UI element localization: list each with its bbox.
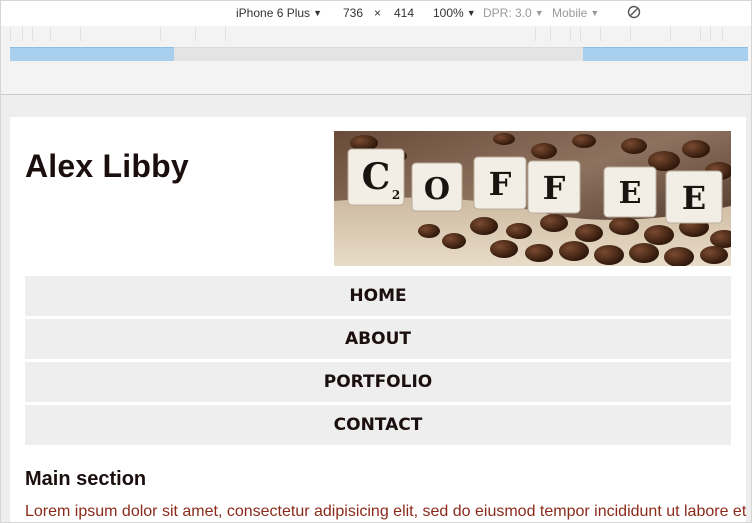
device-name: iPhone 6 Plus bbox=[236, 6, 311, 20]
ruler-tick bbox=[700, 27, 701, 41]
ruler-tick bbox=[722, 27, 723, 41]
chevron-down-icon: ▼ bbox=[466, 8, 476, 18]
nav-item-contact[interactable]: CONTACT bbox=[25, 405, 731, 445]
tile-subscript: 2 bbox=[392, 188, 400, 202]
no-touch-icon[interactable] bbox=[627, 5, 641, 19]
device-select[interactable]: iPhone 6 Plus ▼ bbox=[236, 6, 322, 20]
hero-image: C 2 O F F E E bbox=[334, 131, 731, 266]
chevron-down-icon: ▼ bbox=[313, 8, 322, 18]
dpr-value: DPR: 3.0 bbox=[483, 6, 532, 20]
ruler-tick bbox=[50, 27, 51, 41]
media-query-bar-area bbox=[1, 26, 751, 95]
tile-letter: O bbox=[424, 172, 450, 207]
tile-letter: E bbox=[682, 179, 706, 217]
main-nav: HOME ABOUT PORTFOLIO CONTACT bbox=[25, 276, 731, 448]
ruler-tick bbox=[160, 27, 161, 41]
tile-letter: F bbox=[543, 169, 566, 207]
width-input[interactable]: 736 bbox=[343, 6, 363, 20]
zoom-value: 100% bbox=[433, 6, 464, 20]
ruler-tick bbox=[80, 27, 81, 41]
dpr-select[interactable]: DPR: 3.0 ▼ bbox=[483, 6, 544, 20]
ruler-tick bbox=[10, 27, 11, 41]
device-toolbar: iPhone 6 Plus ▼ 736 × 414 100% ▼ DPR: 3.0 ▼… bbox=[1, 1, 751, 25]
times-separator: × bbox=[374, 6, 382, 20]
nav-item-about[interactable]: ABOUT bbox=[25, 319, 731, 359]
ruler-tick bbox=[195, 27, 196, 41]
ruler-tick bbox=[580, 27, 581, 41]
ruler-tick bbox=[225, 27, 226, 41]
tile-letter: C bbox=[362, 156, 391, 198]
ruler bbox=[10, 27, 723, 41]
height-input[interactable]: 414 bbox=[394, 6, 414, 20]
nav-item-portfolio[interactable]: PORTFOLIO bbox=[25, 362, 731, 402]
ruler-tick bbox=[535, 27, 536, 41]
nav-item-home[interactable]: HOME bbox=[25, 276, 731, 316]
tile-letter: E bbox=[619, 176, 642, 211]
ruler-tick bbox=[32, 27, 33, 41]
ruler-tick bbox=[710, 27, 711, 41]
media-query-bar-left[interactable] bbox=[10, 47, 174, 61]
site-title: Alex Libby bbox=[25, 148, 189, 184]
tile-letter: F bbox=[489, 165, 512, 203]
ruler-tick bbox=[570, 27, 571, 41]
ruler-tick bbox=[630, 27, 631, 41]
mode-select[interactable]: Mobile ▼ bbox=[552, 6, 599, 20]
media-query-bar-right[interactable] bbox=[583, 47, 748, 61]
ruler-tick bbox=[550, 27, 551, 41]
zoom-select[interactable]: 100% ▼ bbox=[433, 6, 476, 20]
chevron-down-icon: ▼ bbox=[534, 8, 544, 18]
ruler-tick bbox=[22, 27, 23, 41]
main-section-title: Main section bbox=[25, 468, 147, 490]
main-section-text: Lorem ipsum dolor sit amet, consectetur … bbox=[25, 503, 747, 520]
mode-value: Mobile bbox=[552, 6, 588, 20]
ruler-tick bbox=[670, 27, 671, 41]
chevron-down-icon: ▼ bbox=[590, 8, 600, 18]
emulated-page: Alex Libby C 2 O F F E E HOME ABOUT PORT… bbox=[10, 117, 746, 523]
ruler-tick bbox=[600, 27, 601, 41]
